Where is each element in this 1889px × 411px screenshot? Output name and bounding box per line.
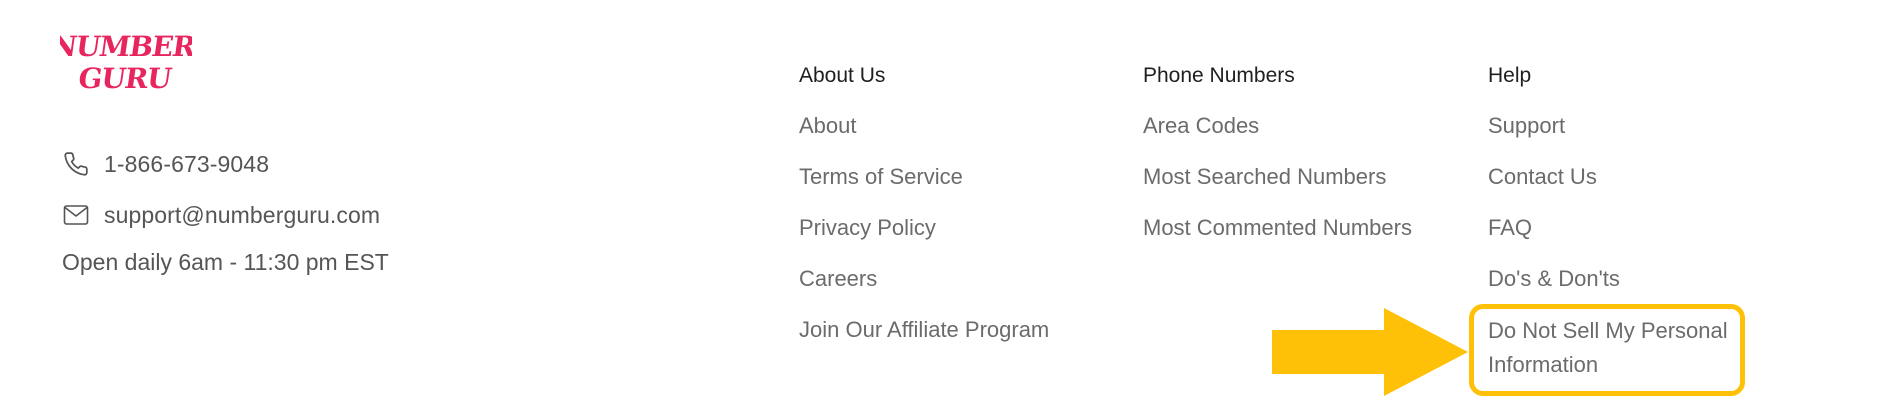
contact-email[interactable]: support@numberguru.com bbox=[62, 200, 380, 230]
footer-column-about: About Us About Terms of Service Privacy … bbox=[799, 60, 1129, 365]
logo-line2: GURU bbox=[76, 62, 173, 95]
envelope-icon bbox=[62, 201, 90, 229]
link-faq[interactable]: FAQ bbox=[1488, 215, 1532, 240]
column-heading-help: Help bbox=[1488, 64, 1532, 87]
link-careers[interactable]: Careers bbox=[799, 266, 877, 291]
column-heading-about: About Us bbox=[799, 64, 886, 87]
contact-hours: Open daily 6am - 11:30 pm EST bbox=[62, 249, 389, 275]
footer-column-phone-numbers: Phone Numbers Area Codes Most Searched N… bbox=[1143, 60, 1473, 263]
link-privacy-policy[interactable]: Privacy Policy bbox=[799, 215, 936, 240]
logo-line1: NUMBER bbox=[60, 30, 192, 63]
highlight-box bbox=[1469, 304, 1745, 396]
numberguru-logo[interactable]: NUMBER GURU bbox=[60, 26, 192, 96]
phone-icon bbox=[62, 150, 90, 178]
link-most-commented-numbers[interactable]: Most Commented Numbers bbox=[1143, 215, 1412, 240]
link-most-searched-numbers[interactable]: Most Searched Numbers bbox=[1143, 164, 1386, 189]
contact-phone[interactable]: 1-866-673-9048 bbox=[62, 149, 269, 179]
contact-phone-text: 1-866-673-9048 bbox=[104, 150, 270, 177]
link-affiliate-program[interactable]: Join Our Affiliate Program bbox=[799, 317, 1049, 342]
column-heading-phone-numbers: Phone Numbers bbox=[1143, 64, 1295, 87]
phone-numbers-links: Area Codes Most Searched Numbers Most Co… bbox=[1143, 110, 1473, 263]
link-terms-of-service[interactable]: Terms of Service bbox=[799, 164, 963, 189]
link-contact-us[interactable]: Contact Us bbox=[1488, 164, 1597, 189]
contact-email-text: support@numberguru.com bbox=[104, 201, 381, 228]
link-support[interactable]: Support bbox=[1488, 113, 1565, 138]
link-area-codes[interactable]: Area Codes bbox=[1143, 113, 1259, 138]
link-dos-and-donts[interactable]: Do's & Don'ts bbox=[1488, 266, 1620, 291]
about-links: About Terms of Service Privacy Policy Ca… bbox=[799, 110, 1129, 365]
arrow-right-icon bbox=[1272, 308, 1468, 396]
link-about[interactable]: About bbox=[799, 113, 857, 138]
